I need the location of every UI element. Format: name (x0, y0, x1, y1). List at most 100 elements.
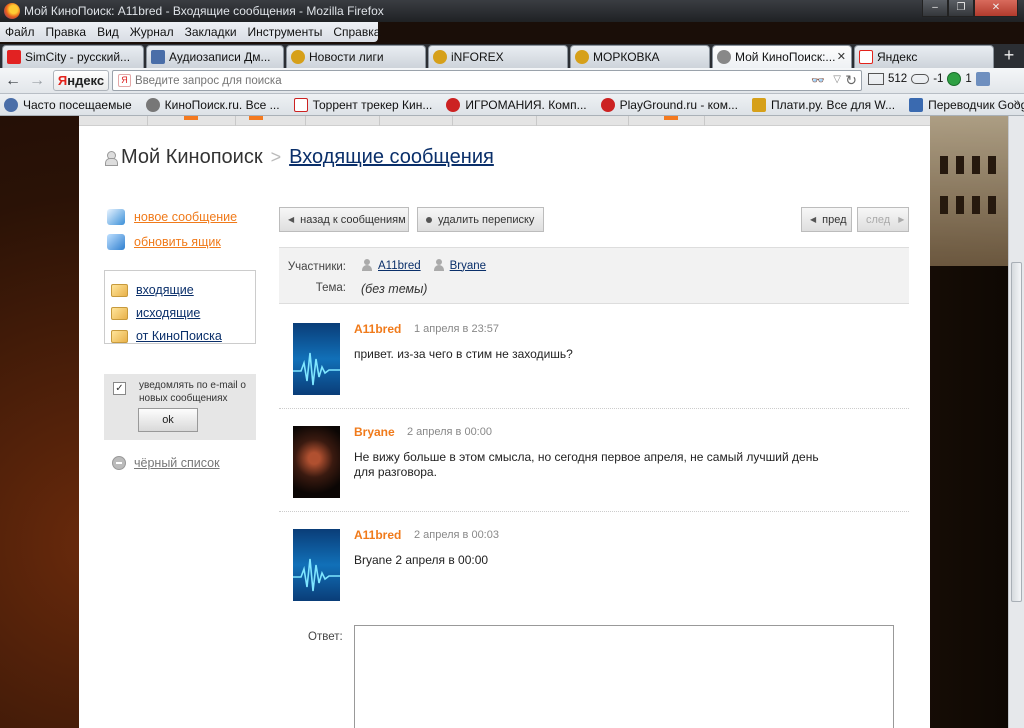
vk-toolbar-icon[interactable] (975, 72, 990, 86)
close-window-button[interactable]: ✕ (974, 0, 1018, 17)
new-tab-button[interactable]: + (998, 46, 1020, 66)
menu-edit[interactable]: Правка (46, 25, 87, 39)
forward-button[interactable]: → (27, 71, 47, 91)
tab-simcity[interactable]: SimCity - русский... (2, 45, 144, 68)
bookmark-google-translate[interactable]: Переводчик Google (909, 97, 1024, 112)
playground-icon (600, 97, 615, 112)
tab-inforex[interactable]: iNFOREX (428, 45, 568, 68)
message-author[interactable]: A11bred (354, 322, 401, 336)
page-title[interactable]: Входящие сообщения (289, 146, 494, 169)
message-date: 2 апреля в 00:00 (407, 426, 492, 438)
new-message-label[interactable]: новое сообщение (134, 210, 237, 224)
notify-checkbox[interactable]: ✓ (113, 382, 126, 395)
close-tab-icon[interactable]: ✕ (837, 50, 846, 63)
menu-file[interactable]: Файл (5, 25, 35, 39)
tab-yandex[interactable]: Яндекс (854, 45, 994, 68)
prev-button[interactable]: ◀ пред (801, 207, 852, 232)
envelope-icon (111, 329, 128, 343)
tab-morkovka[interactable]: МОРКОВКА (570, 45, 710, 68)
film-reel-icon (145, 97, 160, 112)
yandex-logo-button[interactable]: Яндекс (53, 70, 109, 91)
arrow-left-icon: ◀ (810, 215, 817, 224)
next-button[interactable]: след ▶ (857, 207, 909, 232)
bookmark-most-visited[interactable]: Часто посещаемые (4, 97, 132, 112)
page-scrollbar[interactable] (1008, 116, 1024, 728)
envelope-icon (111, 283, 128, 297)
window-titlebar: Мой КиноПоиск: A11bred - Входящие сообще… (0, 0, 1024, 22)
blacklist-link[interactable]: чёрный список (112, 456, 220, 470)
more-bookmarks-icon[interactable]: » (1014, 97, 1020, 109)
delete-dot-icon (426, 216, 432, 223)
message-item: Bryane 2 апреля в 00:00 Не вижу больше в… (279, 409, 909, 512)
folder-outbox[interactable]: исходящие (111, 306, 200, 320)
menu-tools[interactable]: Инструменты (248, 25, 323, 39)
subject-value: (без темы) (361, 282, 428, 296)
breadcrumb-my-kinopoisk[interactable]: Мой Кинопоиск (121, 146, 263, 169)
participant[interactable]: A11bred (361, 259, 421, 272)
refresh-inbox-link[interactable]: обновить ящик (107, 234, 221, 250)
message-author[interactable]: A11bred (354, 528, 401, 542)
vk-icon (151, 50, 165, 64)
yandex-icon (859, 50, 873, 64)
tab-my-kinopoisk[interactable]: Мой КиноПоиск:... ✕ (712, 45, 852, 68)
scrollbar-thumb[interactable] (1011, 262, 1022, 602)
bookmark-torrent[interactable]: Торрент трекер Кин... (293, 97, 432, 112)
folders-box: входящие исходящие от КиноПоиска (104, 270, 256, 344)
delete-thread-button[interactable]: удалить переписку (417, 207, 544, 232)
sound-wave-icon (293, 352, 340, 386)
message-date: 1 апреля в 23:57 (414, 323, 499, 335)
folder-inbox[interactable]: входящие (111, 283, 194, 297)
menu-history[interactable]: Журнал (130, 25, 174, 39)
tab-label: Аудиозаписи Дм... (169, 50, 271, 64)
dropdown-icon[interactable]: ▽ (833, 74, 841, 85)
message-text: привет. из-за чего в стим не заходишь? (354, 347, 573, 361)
avatar[interactable] (293, 529, 340, 601)
menu-help[interactable]: Справка (333, 25, 380, 39)
tab-league-news[interactable]: Новости лиги (286, 45, 426, 68)
minus-circle-icon (112, 456, 126, 470)
firefox-icon[interactable] (4, 3, 20, 19)
refresh-inbox-label[interactable]: обновить ящик (134, 235, 221, 249)
back-to-messages-button[interactable]: ◀ назад к сообщениям (279, 207, 409, 232)
arrow-left-icon: ◀ (288, 215, 295, 224)
sound-wave-icon (293, 558, 340, 592)
glasses-icon[interactable]: 👓 (811, 74, 825, 87)
rating-icon[interactable] (947, 72, 962, 86)
reload-icon[interactable]: ↻ (845, 72, 857, 89)
participants-label: Участники: (287, 261, 346, 273)
blacklist-label[interactable]: чёрный список (134, 456, 220, 470)
mail-icon[interactable] (868, 73, 884, 85)
tab-label: iNFOREX (451, 50, 504, 64)
subject-label: Тема: (315, 282, 346, 294)
tab-label: Яндекс (877, 50, 918, 64)
folder-from-kinopoisk[interactable]: от КиноПоиска (111, 329, 222, 343)
message-author[interactable]: Bryane (354, 425, 395, 439)
weather-value[interactable]: -1 (933, 73, 943, 85)
search-input[interactable] (135, 73, 795, 88)
ok-button[interactable]: ok (138, 408, 198, 432)
tab-label: SimCity - русский... (25, 50, 131, 64)
tab-audio[interactable]: Аудиозаписи Дм... (146, 45, 284, 68)
maximize-button[interactable]: ❐ (948, 0, 974, 17)
mail-count[interactable]: 512 (888, 73, 907, 85)
avatar[interactable] (293, 323, 340, 395)
back-button[interactable]: ← (3, 71, 23, 91)
weather-icon[interactable] (911, 74, 930, 84)
minimize-button[interactable]: – (922, 0, 948, 17)
search-icon (4, 97, 18, 112)
bookmarks-bar: Часто посещаемые КиноПоиск.ru. Все ... Т… (0, 94, 1024, 116)
avatar[interactable] (293, 426, 340, 498)
bookmark-igromania[interactable]: ИГРОМАНИЯ. Комп... (446, 97, 587, 112)
menu-view[interactable]: Вид (97, 25, 119, 39)
menu-bookmarks[interactable]: Закладки (185, 25, 237, 39)
new-message-link[interactable]: новое сообщение (107, 209, 237, 225)
message-text: Не вижу больше в этом смысла, но сегодня… (354, 450, 819, 479)
bookmark-plati[interactable]: Плати.ру. Все для W... (751, 97, 895, 112)
reply-textarea[interactable] (354, 625, 894, 728)
rating-value[interactable]: 1 (965, 73, 971, 85)
bookmark-kinopoisk[interactable]: КиноПоиск.ru. Все ... (145, 97, 280, 112)
page-viewport: Мой Кинопоиск > Входящие сообщения новое… (0, 116, 1008, 728)
bookmark-playground[interactable]: PlayGround.ru - ком... (600, 97, 738, 112)
participant[interactable]: Bryane (433, 259, 486, 272)
navigation-bar: ← → Яндекс Я 👓 ▽ ↻ 512 -1 1 (0, 68, 1024, 94)
